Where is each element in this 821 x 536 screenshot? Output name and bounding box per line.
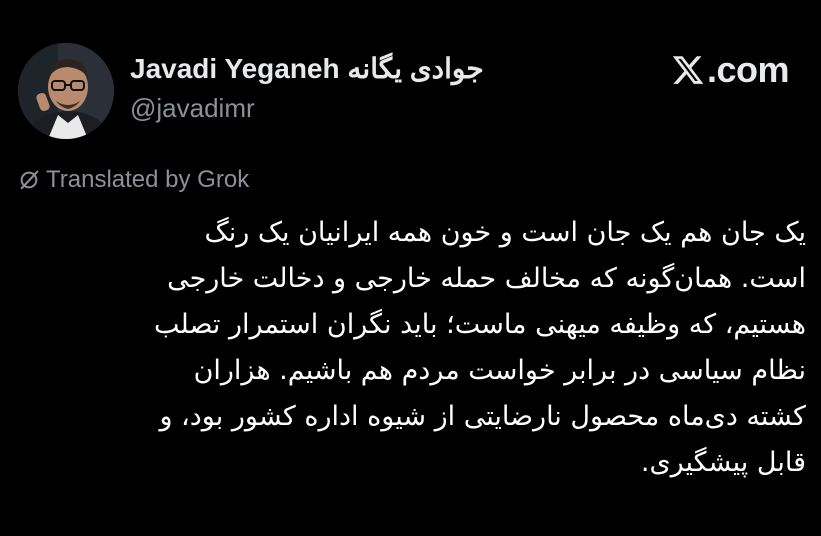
tweet-line: قابل پیشگیری. xyxy=(640,447,806,478)
tweet-line: هستیم، که وظیفه میهنی ماست؛ باید نگران ا… xyxy=(154,309,806,340)
translation-label: Translated by Grok xyxy=(46,166,250,193)
user-photo xyxy=(18,43,114,139)
tweet-line: نظام سیاسی در برابر خواست مردم هم باشیم.… xyxy=(193,355,806,386)
x-logo-icon xyxy=(672,56,704,84)
tweet-line: کشته دی‌ماه محصول نارضایتی از شیوه اداره… xyxy=(159,401,806,432)
tweet-line: است. همان‌گونه که مخالف حمله خارجی و دخا… xyxy=(167,263,806,294)
display-name[interactable]: Javadi Yeganeh جوادی یگانه xyxy=(130,52,484,86)
translated-by-grok[interactable]: Translated by Grok xyxy=(18,165,249,195)
brand-text: .com xyxy=(706,49,790,90)
tweet-text: یک جان هم یک جان است و خون همه ایرانیان … xyxy=(18,210,806,486)
grok-icon xyxy=(20,170,39,190)
x-brand: .com xyxy=(671,49,790,90)
tweet-line: یک جان هم یک جان است و خون همه ایرانیان … xyxy=(204,217,806,248)
avatar[interactable] xyxy=(18,43,114,139)
user-handle[interactable]: @javadimr xyxy=(130,92,255,124)
tweet-card: Javadi Yeganeh جوادی یگانه @javadimr .co… xyxy=(0,0,821,536)
